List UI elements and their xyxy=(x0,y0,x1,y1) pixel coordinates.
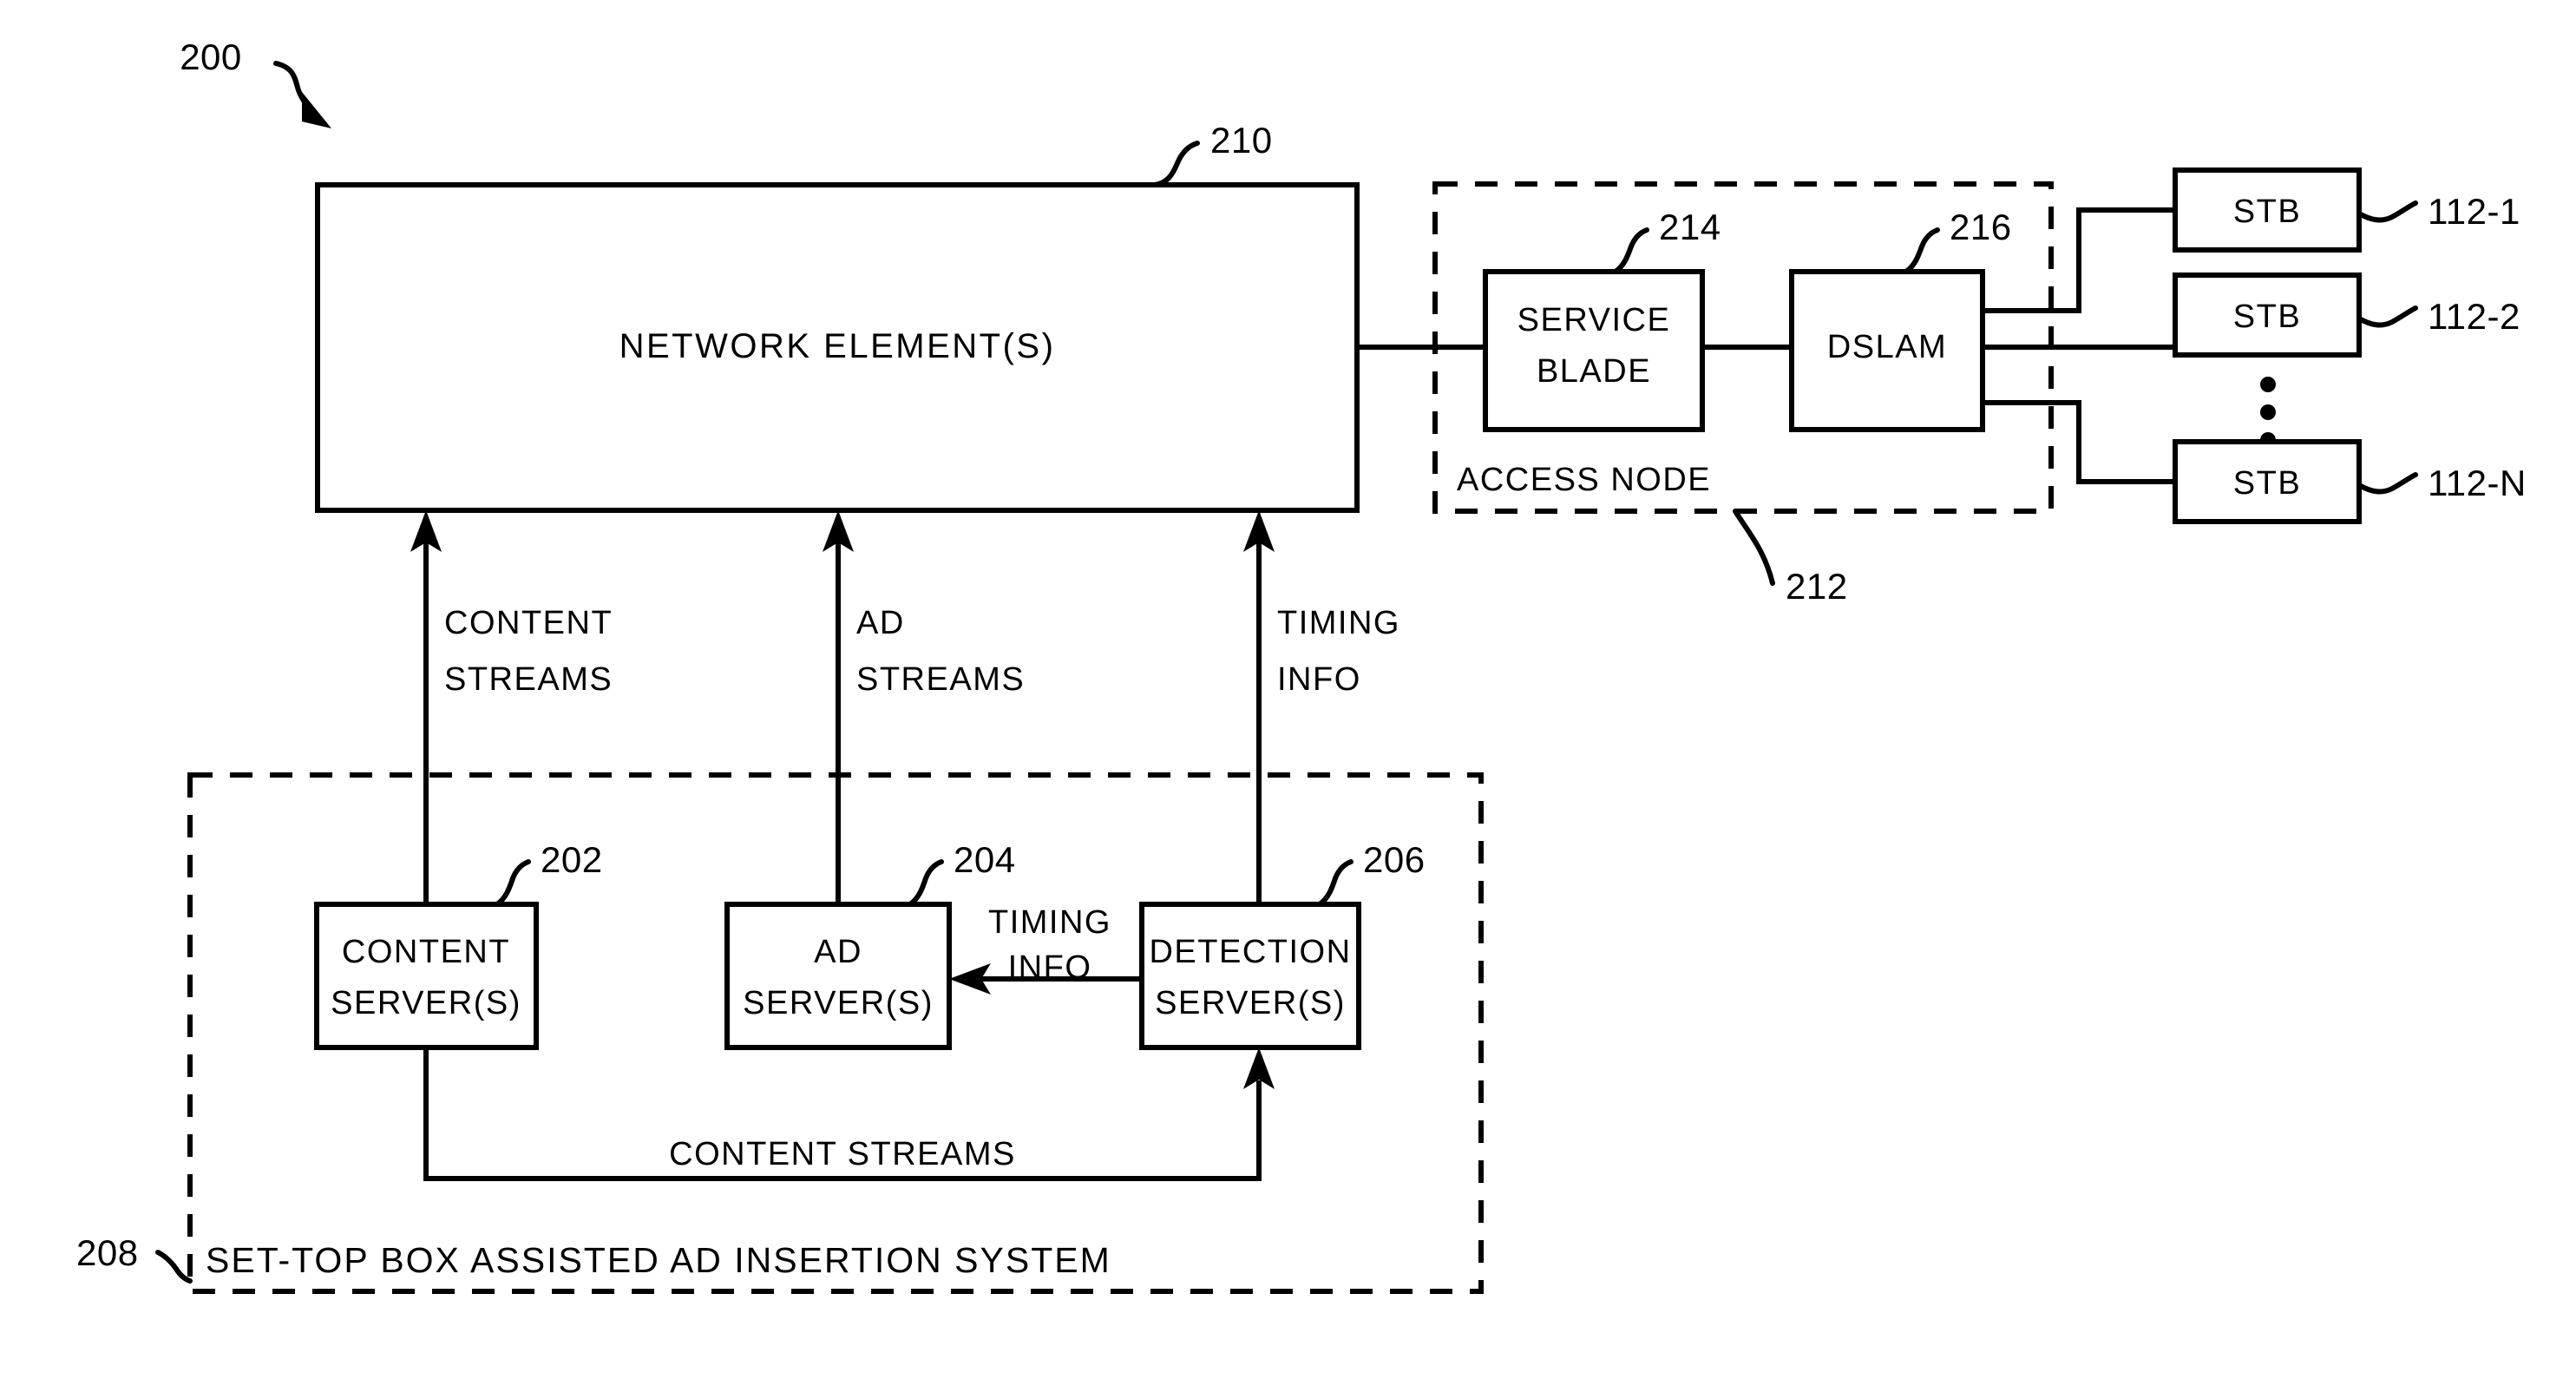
ad-server-ref-label: 204 xyxy=(954,839,1016,880)
stb-1-label: STB xyxy=(2233,194,2301,230)
ad-insertion-system-label: SET-TOP BOX ASSISTED AD INSERTION SYSTEM xyxy=(206,1240,1111,1280)
ad-server-ref-leader xyxy=(908,859,944,907)
stb-n-ref-leader xyxy=(2356,472,2418,495)
detection-server-ref-leader xyxy=(1317,859,1354,907)
stb-ellipsis-dot-2 xyxy=(2260,404,2276,420)
stb-n-ref-label: 112-N xyxy=(2428,463,2527,503)
figure-ref-200-label: 200 xyxy=(180,36,242,77)
detection-server-label-line1: DETECTION xyxy=(1149,934,1351,970)
stb-2-block[interactable]: STB 112-2 xyxy=(2173,273,2520,358)
figure-ref-200-arrowhead xyxy=(302,92,331,128)
service-blade-ref-group: 214 xyxy=(1613,207,1721,274)
access-node-ref-label: 212 xyxy=(1786,566,1848,607)
ad-insertion-system-ref-label: 208 xyxy=(76,1232,139,1273)
service-blade-label-line2: BLADE xyxy=(1537,353,1651,390)
stb-1-ref-leader xyxy=(2356,200,2418,223)
network-element-block[interactable]: NETWORK ELEMENT(S) xyxy=(315,182,1360,513)
dslam-block[interactable]: DSLAM xyxy=(1789,269,1985,432)
path-content-streams-bottom: CONTENT STREAMS xyxy=(423,1047,1275,1181)
stb-2-ref-label: 112-2 xyxy=(2428,296,2520,337)
service-blade-label-line1: SERVICE xyxy=(1517,302,1671,338)
network-element-label: NETWORK ELEMENT(S) xyxy=(619,327,1056,365)
ad-server-block[interactable]: AD SERVER(S) 204 xyxy=(724,839,1016,1050)
arrow-content-streams-up-label-line2: STREAMS xyxy=(444,661,613,698)
arrow-ad-streams-up-label-line2: STREAMS xyxy=(856,661,1025,698)
service-blade-block[interactable]: SERVICE BLADE xyxy=(1483,269,1705,432)
dslam-ref-label: 216 xyxy=(1950,207,2012,247)
network-element-ref-group: 210 xyxy=(1152,120,1273,187)
detection-server-box[interactable] xyxy=(1139,902,1361,1050)
arrow-ad-streams-up-label-line1: AD xyxy=(856,605,905,641)
access-node-ref-group: 212 xyxy=(1733,509,1848,607)
detection-server-ref-label: 206 xyxy=(1363,839,1426,880)
stb-2-label: STB xyxy=(2233,299,2301,335)
dslam-ref-leader xyxy=(1904,227,1940,274)
content-server-label-line1: CONTENT xyxy=(342,934,510,970)
access-node-label: ACCESS NODE xyxy=(1457,462,1711,498)
figure-ref-200-group: 200 xyxy=(180,36,331,128)
stb-ellipsis-icon xyxy=(2260,377,2276,448)
stb-1-block[interactable]: STB 112-1 xyxy=(2173,167,2520,253)
arrow-timing-info-up-label-line1: TIMING xyxy=(1277,605,1400,641)
network-element-ref-leader xyxy=(1152,141,1200,187)
content-server-block[interactable]: CONTENT SERVER(S) 202 xyxy=(314,839,603,1050)
content-server-ref-leader xyxy=(495,859,531,907)
content-server-ref-label: 202 xyxy=(541,839,603,880)
dslam-ref-group: 216 xyxy=(1904,207,2012,274)
stb-n-label: STB xyxy=(2233,465,2301,502)
detection-server-block[interactable]: DETECTION SERVER(S) 206 xyxy=(1139,839,1426,1050)
figure-canvas: 200 NETWORK ELEMENT(S) 210 ACCESS NODE 2… xyxy=(76,36,2527,1294)
stb-1-ref-label: 112-1 xyxy=(2428,191,2520,232)
dslam-label: DSLAM xyxy=(1827,329,1947,365)
content-server-label-line2: SERVER(S) xyxy=(331,985,521,1021)
arrow-timing-info-up-label-line2: INFO xyxy=(1277,661,1361,698)
network-element-ref-label: 210 xyxy=(1210,120,1273,161)
content-server-box[interactable] xyxy=(314,902,539,1050)
stb-ellipsis-dot-1 xyxy=(2260,377,2276,392)
ad-server-label-line2: SERVER(S) xyxy=(743,985,934,1021)
ad-insertion-system-ref-leader xyxy=(155,1250,193,1284)
service-blade-ref-leader xyxy=(1613,227,1649,274)
path-content-streams-bottom-label: CONTENT STREAMS xyxy=(669,1136,1016,1172)
detection-server-label-line2: SERVER(S) xyxy=(1155,985,1346,1021)
arrow-timing-info-side: TIMING INFO xyxy=(949,904,1142,995)
ad-server-label-line1: AD xyxy=(814,934,862,970)
arrow-timing-info-side-label-line2: INFO xyxy=(1008,949,1092,986)
stb-2-ref-leader xyxy=(2356,305,2418,328)
service-blade-ref-label: 214 xyxy=(1659,207,1721,247)
stb-n-block[interactable]: STB 112-N xyxy=(2173,439,2527,524)
arrow-timing-info-side-label-line1: TIMING xyxy=(988,904,1111,941)
patent-figure-page: 200 NETWORK ELEMENT(S) 210 ACCESS NODE 2… xyxy=(0,0,2576,1379)
link-dslam-to-stb-n xyxy=(1983,400,2175,484)
access-node-ref-leader xyxy=(1733,509,1775,586)
arrow-content-streams-up-label-line1: CONTENT xyxy=(444,605,613,641)
ad-server-box[interactable] xyxy=(724,902,952,1050)
service-blade-box[interactable] xyxy=(1483,269,1705,432)
